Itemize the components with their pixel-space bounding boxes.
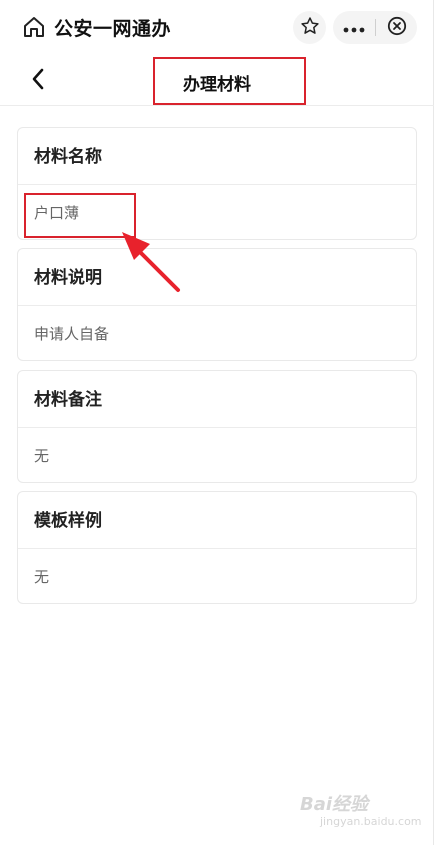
annotation-arrow-icon <box>110 222 184 300</box>
material-remark-card: 材料备注 无 <box>17 370 417 483</box>
navigation-bar: 办理材料 <box>0 56 434 106</box>
more-button[interactable] <box>333 11 375 44</box>
mini-program-header: 公安一网通办 <box>0 0 434 56</box>
page: 公安一网通办 办理材料 材料名称 户口薄 材料说明 申请人自备 材料备注 无 模… <box>0 0 434 845</box>
card-heading: 模板样例 <box>18 492 416 549</box>
watermark-logo: Bai经验 <box>300 794 369 815</box>
material-description-card: 材料说明 申请人自备 <box>17 248 417 361</box>
capsule-menu <box>333 11 417 44</box>
card-heading: 材料备注 <box>18 371 416 428</box>
card-heading: 材料名称 <box>18 128 416 185</box>
card-value: 无 <box>34 568 50 586</box>
title-highlight-box <box>153 57 306 105</box>
watermark-url: jingyan.baidu.com <box>320 815 422 828</box>
card-value: 无 <box>34 447 50 465</box>
card-heading: 材料说明 <box>18 249 416 306</box>
close-mini-program-button[interactable] <box>376 11 417 44</box>
template-example-card: 模板样例 无 <box>17 491 417 604</box>
more-icon <box>343 18 365 37</box>
close-circle-icon <box>387 16 407 40</box>
app-title: 公安一网通办 <box>54 18 172 40</box>
home-icon[interactable] <box>22 15 46 39</box>
favorite-button[interactable] <box>293 11 326 44</box>
card-value: 申请人自备 <box>34 325 110 343</box>
star-icon <box>300 16 320 40</box>
